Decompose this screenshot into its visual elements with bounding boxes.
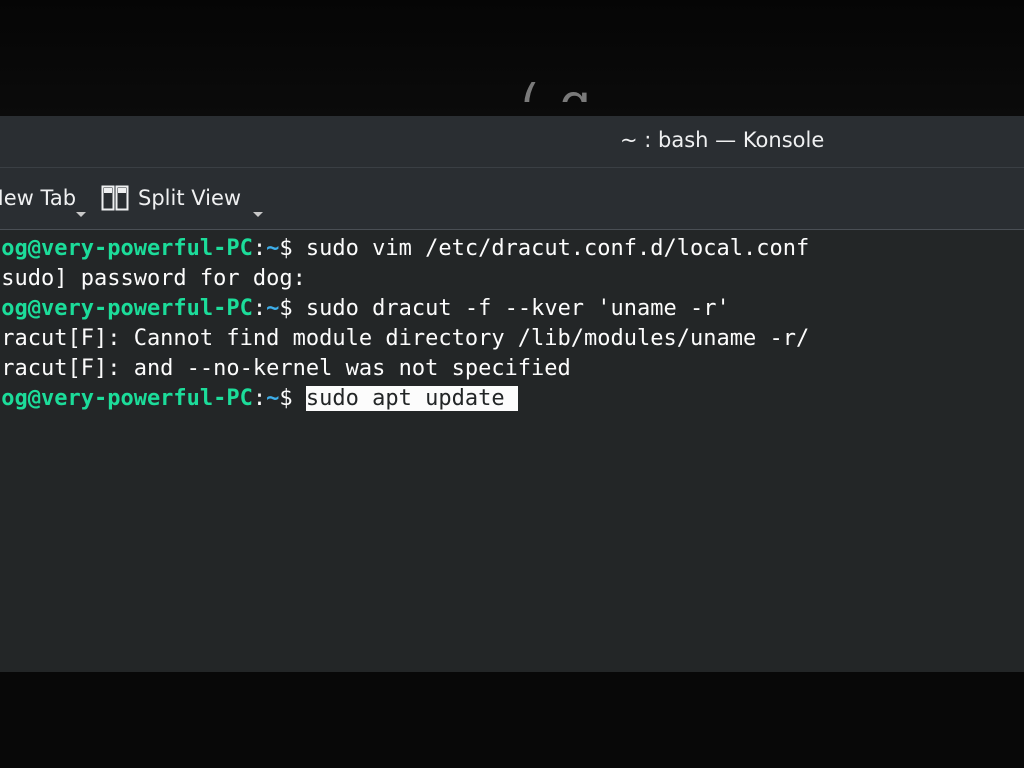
selected-command-input[interactable]: sudo apt update — [305, 386, 518, 411]
split-view-label: Split View — [138, 186, 242, 210]
prompt-symbol: $ — [279, 236, 306, 261]
prompt-separator: : — [252, 386, 267, 411]
prompt-user-host: dog@very-powerful-PC — [0, 386, 253, 411]
konsole-toolbar: New Tab Split View — [0, 168, 1024, 230]
split-view-icon — [101, 185, 129, 211]
split-view-dropdown-icon[interactable] — [253, 212, 263, 217]
terminal-line: dog@very-powerful-PC:~$ sudo vim /etc/dr… — [0, 234, 809, 264]
prompt-separator: : — [252, 296, 267, 321]
command-text: sudo dracut -f --kver 'uname -r' — [305, 296, 730, 321]
output-text: [sudo] password for dog: — [0, 266, 306, 291]
prompt-directory: ~ — [266, 296, 280, 321]
backdrop-text-fragment: ( g — [520, 58, 593, 102]
new-tab-button[interactable]: New Tab — [0, 180, 76, 216]
desktop-backdrop-bottom — [0, 672, 1024, 768]
prompt-user-host: dog@very-powerful-PC — [0, 296, 253, 321]
prompt-user-host: dog@very-powerful-PC — [0, 236, 253, 261]
terminal-line: dracut[F]: and --no-kernel was not speci… — [0, 354, 571, 384]
terminal-line: dog@very-powerful-PC:~$ sudo apt update — [0, 384, 518, 414]
new-tab-dropdown-icon[interactable] — [76, 212, 86, 217]
terminal-line: dog@very-powerful-PC:~$ sudo dracut -f -… — [0, 294, 730, 324]
window-title: ~ : bash — Konsole — [620, 128, 825, 152]
prompt-symbol: $ — [279, 296, 306, 321]
output-text: dracut[F]: and --no-kernel was not speci… — [0, 356, 571, 381]
prompt-symbol: $ — [279, 386, 306, 411]
output-text: dracut[F]: Cannot find module directory … — [0, 326, 810, 351]
new-tab-label: New Tab — [0, 186, 77, 210]
terminal-line: [sudo] password for dog: — [0, 264, 306, 294]
window-titlebar[interactable]: ~ : bash — Konsole — [0, 116, 1024, 168]
prompt-directory: ~ — [266, 236, 280, 261]
konsole-window: ~ : bash — Konsole New Tab Split View do… — [0, 116, 1024, 672]
terminal-line: dracut[F]: Cannot find module directory … — [0, 324, 809, 354]
prompt-directory: ~ — [266, 386, 280, 411]
command-text: sudo vim /etc/dracut.conf.d/local.conf — [305, 236, 810, 261]
screen: ( g ~ : bash — Konsole New Tab Split Vie… — [0, 0, 1024, 768]
desktop-backdrop-top: ( g — [0, 0, 1024, 116]
prompt-separator: : — [252, 236, 267, 261]
split-view-button[interactable]: Split View — [101, 180, 241, 216]
terminal-area[interactable]: dog@very-powerful-PC:~$ sudo vim /etc/dr… — [0, 230, 1024, 672]
